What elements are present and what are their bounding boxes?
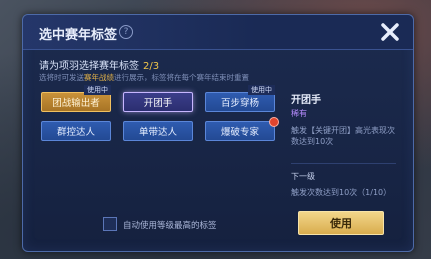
tag-button-sharpshooter[interactable]: 百步穿杨 使用中 (205, 85, 275, 112)
tag-label: 开团手 (143, 98, 173, 109)
help-icon[interactable]: ? (119, 25, 133, 39)
detail-rarity: 稀有 (291, 109, 307, 118)
tag-label: 团战输出者 (52, 98, 100, 109)
tag-label: 爆破专家 (220, 127, 259, 138)
instruction-text: 请为项羽选择赛年标签 2/3 (39, 57, 159, 72)
tag-label: 单带达人 (138, 127, 177, 138)
tag-button-split-push[interactable]: 单带达人 (123, 121, 193, 141)
detail-description: 触发【关键开团】高光表现次数达到10次 (291, 126, 395, 146)
in-use-badge: 使用中 (248, 85, 275, 95)
note-suffix: 进行展示，标签将在每个赛年结束时重置 (114, 73, 249, 82)
auto-use-label: 自动使用等级最高的标签 (123, 221, 217, 231)
selected-count: 2/3 (143, 61, 160, 72)
instruction-note: 选将时可发送赛年战绩进行展示，标签将在每个赛年结束时重置 (39, 72, 249, 83)
dialog-header: 选中赛年标签 ? (23, 15, 413, 50)
tag-label: 群控达人 (56, 127, 95, 138)
divider (291, 163, 396, 164)
instruction-label: 请为项羽选择赛年标签 (39, 61, 139, 72)
new-indicator-icon (269, 117, 279, 127)
close-icon[interactable] (379, 21, 401, 43)
detail-tag-name: 开团手 (291, 95, 321, 106)
use-button-label: 使用 (330, 217, 352, 230)
auto-use-checkbox[interactable] (103, 217, 117, 231)
note-prefix: 选将时可发送 (39, 73, 84, 82)
dialog-title: 选中赛年标签 (39, 28, 118, 43)
use-button[interactable]: 使用 (298, 211, 384, 235)
tag-button-demolition[interactable]: 爆破专家 (205, 117, 279, 141)
tag-button-initiator[interactable]: 开团手 (123, 92, 193, 112)
note-highlight: 赛年战绩 (84, 73, 114, 82)
tag-button-team-fight-dps[interactable]: 团战输出者 使用中 (41, 85, 111, 112)
next-level-description: 触发次数达到10次（1/10） (291, 188, 392, 197)
in-use-badge: 使用中 (84, 85, 111, 95)
next-level-title: 下一级 (291, 172, 315, 181)
tag-label: 百步穿杨 (220, 98, 259, 109)
tag-select-dialog: 选中赛年标签 ? 请为项羽选择赛年标签 2/3 选将时可发送赛年战绩进行展示，标签… (22, 14, 414, 252)
tag-button-crowd-control[interactable]: 群控达人 (41, 121, 111, 141)
